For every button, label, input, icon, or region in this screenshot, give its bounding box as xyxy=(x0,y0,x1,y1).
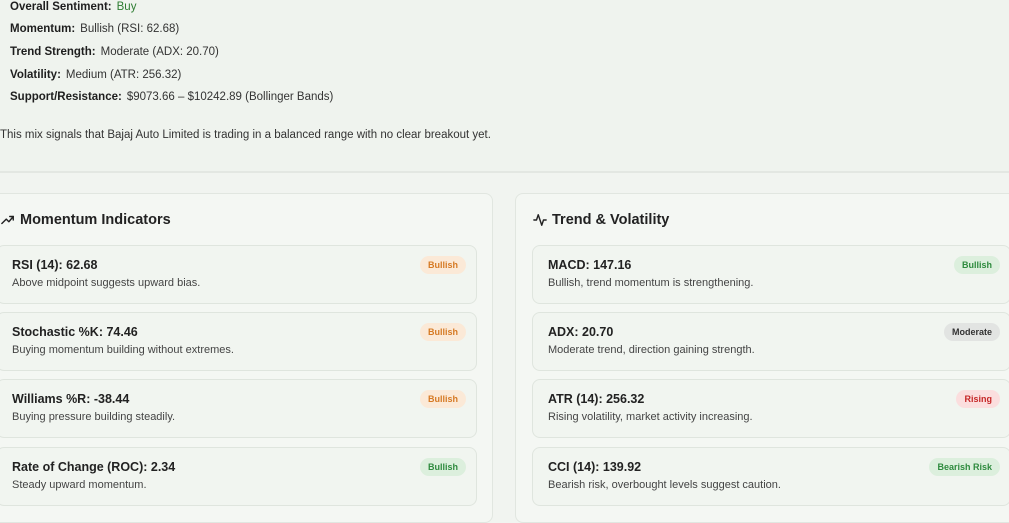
trend-panel-heading: Trend & Volatility xyxy=(552,212,670,228)
status-badge: Bullish xyxy=(953,256,1000,274)
support-resistance-value: $9073.66 – $10242.89 (Bollinger Bands) xyxy=(126,91,334,103)
trending-up-icon xyxy=(1,215,14,225)
volatility-row: Volatility: Medium (ATR: 256.32) xyxy=(10,69,181,81)
indicator-description: Moderate trend, direction gaining streng… xyxy=(548,344,755,356)
momentum-value: Bullish (RSI: 62.68) xyxy=(80,23,180,35)
indicator-card-williams-r: Williams %R: -38.44 Buying pressure buil… xyxy=(0,379,477,438)
trend-strength-row: Trend Strength: Moderate (ADX: 20.70) xyxy=(10,46,219,58)
indicator-card-atr: ATR (14): 256.32 Rising volatility, mark… xyxy=(532,379,1009,438)
indicator-title: RSI (14): 62.68 xyxy=(12,258,98,272)
status-badge: Bullish xyxy=(419,390,466,408)
momentum-panel-title: Momentum Indicators xyxy=(1,212,171,228)
momentum-label: Momentum: xyxy=(10,23,76,35)
indicator-description: Buying pressure building steadily. xyxy=(12,411,176,423)
indicator-description: Bearish risk, overbought levels suggest … xyxy=(548,479,781,491)
overall-sentiment-label: Overall Sentiment: xyxy=(10,1,112,13)
sentiment-summary: Overall Sentiment: Buy Momentum: Bullish (… xyxy=(0,0,1009,172)
status-badge: Rising xyxy=(956,390,1000,408)
volatility-label: Volatility: xyxy=(10,69,61,81)
indicator-card-cci: CCI (14): 139.92 Bearish risk, overbough… xyxy=(532,447,1009,506)
indicator-title: CCI (14): 139.92 xyxy=(548,460,642,474)
indicator-card-macd: MACD: 147.16 Bullish, trend momentum is … xyxy=(532,245,1009,304)
indicator-description: Buying momentum building without extreme… xyxy=(12,344,234,356)
indicator-description: Steady upward momentum. xyxy=(12,479,147,491)
trend-panel-title: Trend & Volatility xyxy=(533,212,669,228)
momentum-panel-heading: Momentum Indicators xyxy=(20,212,171,228)
volatility-value: Medium (ATR: 256.32) xyxy=(65,69,182,81)
summary-note: This mix signals that Bajaj Auto Limited… xyxy=(0,129,491,141)
indicator-title: ATR (14): 256.32 xyxy=(548,392,645,406)
indicator-description: Above midpoint suggests upward bias. xyxy=(12,277,201,289)
momentum-indicators-panel: Momentum Indicators RSI (14): 62.68 Abov… xyxy=(0,193,493,523)
activity-pulse-icon xyxy=(533,214,547,226)
overall-sentiment-row: Overall Sentiment: Buy xyxy=(10,1,136,13)
indicator-card-stochastic: Stochastic %K: 74.46 Buying momentum bui… xyxy=(0,312,477,371)
indicator-title: Rate of Change (ROC): 2.34 xyxy=(12,460,176,474)
momentum-row: Momentum: Bullish (RSI: 62.68) xyxy=(10,23,179,35)
support-resistance-label: Support/Resistance: xyxy=(10,91,122,103)
indicator-title: ADX: 20.70 xyxy=(548,325,614,339)
indicator-title: Williams %R: -38.44 xyxy=(12,392,130,406)
status-badge: Bullish xyxy=(419,256,466,274)
indicator-description: Bullish, trend momentum is strengthening… xyxy=(548,277,754,289)
indicator-card-rsi: RSI (14): 62.68 Above midpoint suggests … xyxy=(0,245,477,304)
support-resistance-row: Support/Resistance: $9073.66 – $10242.89 … xyxy=(10,91,333,103)
indicator-title: Stochastic %K: 74.46 xyxy=(12,325,138,339)
status-badge: Moderate xyxy=(943,323,1000,341)
status-badge: Bullish xyxy=(419,323,466,341)
indicator-card-roc: Rate of Change (ROC): 2.34 Steady upward… xyxy=(0,447,477,506)
trend-strength-value: Moderate (ADX: 20.70) xyxy=(100,46,219,58)
trend-volatility-panel: Trend & Volatility MACD: 147.16 Bullish,… xyxy=(515,193,1009,523)
status-badge: Bullish xyxy=(419,458,466,476)
indicator-title: MACD: 147.16 xyxy=(548,258,632,272)
status-badge: Bearish Risk xyxy=(929,458,1000,476)
indicator-card-adx: ADX: 20.70 Moderate trend, direction gai… xyxy=(532,312,1009,371)
overall-sentiment-value: Buy xyxy=(116,1,137,13)
indicator-description: Rising volatility, market activity incre… xyxy=(548,411,753,423)
section-divider xyxy=(0,171,1009,173)
trend-strength-label: Trend Strength: xyxy=(10,46,96,58)
